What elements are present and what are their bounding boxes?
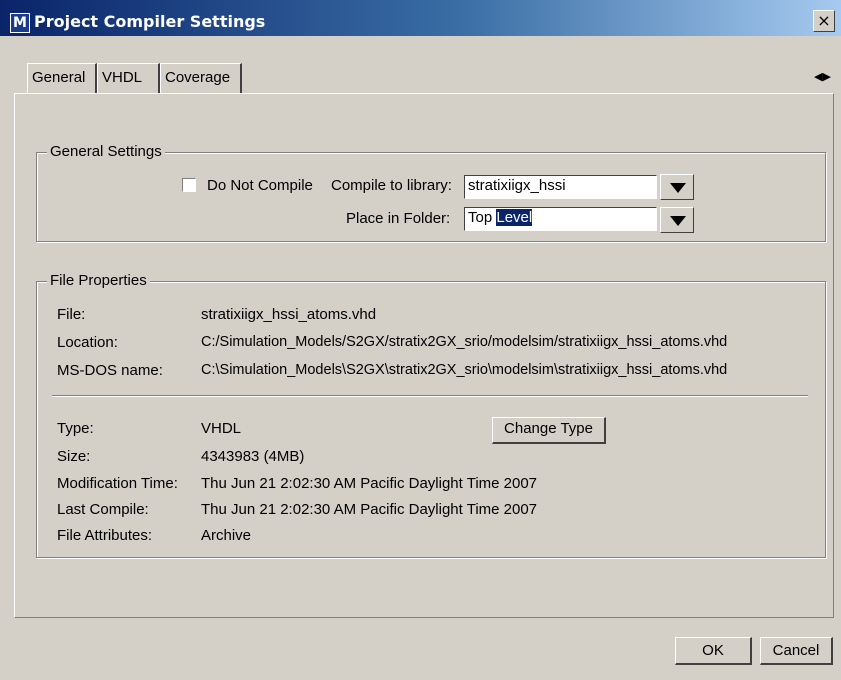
last-compile-label: Last Compile: <box>57 501 149 518</box>
last-compile-value: Thu Jun 21 2:02:30 AM Pacific Daylight T… <box>201 501 538 518</box>
tab-scroll-arrows-icon[interactable]: ◀▶ <box>814 68 836 86</box>
location-label: Location: <box>57 334 118 351</box>
window-title: Project Compiler Settings <box>34 12 266 31</box>
do-not-compile-checkbox[interactable] <box>182 178 196 192</box>
compile-to-library-label: Compile to library: <box>331 177 452 194</box>
tab-coverage[interactable]: Coverage <box>160 63 242 93</box>
change-type-button[interactable]: Change Type <box>492 417 606 444</box>
close-button[interactable]: × <box>813 10 835 32</box>
do-not-compile-label: Do Not Compile <box>207 177 313 194</box>
type-label: Type: <box>57 420 94 437</box>
folder-value-selected-text: Level <box>496 209 533 226</box>
modification-time-value: Thu Jun 21 2:02:30 AM Pacific Daylight T… <box>201 475 538 492</box>
tab-general[interactable]: General <box>27 63 97 93</box>
properties-separator <box>52 395 808 397</box>
modelsim-logo-icon: M <box>10 13 30 33</box>
cancel-button[interactable]: Cancel <box>760 637 833 665</box>
size-label: Size: <box>57 448 91 465</box>
folder-dropdown-button[interactable] <box>660 207 694 233</box>
file-value: stratixiigx_hssi_atoms.vhd <box>201 306 377 323</box>
place-in-folder-label: Place in Folder: <box>346 210 451 227</box>
size-value: 4343983 (4MB) <box>201 448 305 465</box>
file-properties-title: File Properties <box>47 272 150 289</box>
type-value: VHDL <box>201 420 242 437</box>
file-attributes-value: Archive <box>201 527 252 544</box>
msdos-name-label: MS-DOS name: <box>57 362 163 379</box>
title-bar[interactable]: M Project Compiler Settings × <box>0 0 841 36</box>
location-value: C:/Simulation_Models/S2GX/stratix2GX_sri… <box>201 334 728 350</box>
file-label: File: <box>57 306 86 323</box>
msdos-name-value: C:\Simulation_Models\S2GX\stratix2GX_sri… <box>201 362 728 378</box>
ok-button[interactable]: OK <box>675 637 752 665</box>
general-settings-group: General Settings <box>36 143 826 242</box>
folder-combobox-input[interactable]: Top Level <box>464 207 657 231</box>
file-attributes-label: File Attributes: <box>57 527 153 544</box>
modification-time-label: Modification Time: <box>57 475 178 492</box>
general-settings-title: General Settings <box>47 143 165 160</box>
folder-value-text: Top <box>468 209 497 226</box>
tab-vhdl[interactable]: VHDL <box>97 63 160 93</box>
library-dropdown-button[interactable] <box>660 174 694 200</box>
library-combobox-input[interactable]: stratixiigx_hssi <box>464 175 657 199</box>
